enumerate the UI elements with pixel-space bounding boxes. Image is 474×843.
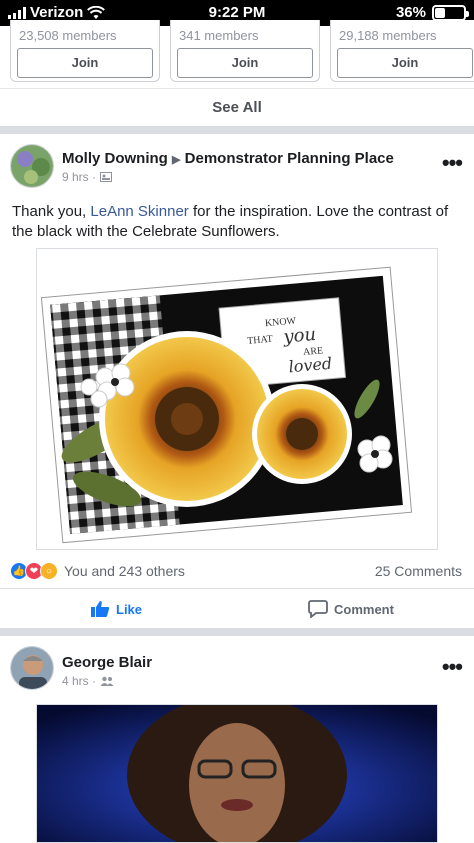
post-text-part: Thank you, [12,203,91,220]
post: George Blair 4 hrs · ••• [0,636,474,843]
avatar[interactable] [10,144,54,188]
group-card: 23,508 members Join [10,20,160,82]
author-name[interactable]: Molly Downing [62,150,168,167]
card-text: THAT [247,334,273,347]
friends-icon [100,676,114,686]
join-button[interactable]: Join [337,48,473,78]
post-actions: Like Comment [0,588,474,628]
card-text: you [282,324,317,348]
suggested-groups: 23,508 members Join 341 members Join 29,… [0,20,474,88]
like-button[interactable]: Like [90,589,142,629]
author-name[interactable]: George Blair [62,654,152,671]
comment-icon [308,600,328,618]
post-meta: 4 hrs · [62,674,114,688]
more-icon[interactable]: ••• [442,150,463,176]
post-author-line: Molly Downing ▶ Demonstrator Planning Pl… [62,150,394,167]
group-members: 29,188 members [339,28,437,43]
post-meta: 9 hrs · [62,170,113,184]
card-text: loved [288,354,333,377]
group-members: 341 members [179,28,259,43]
post: Molly Downing ▶ Demonstrator Planning Pl… [0,134,474,628]
more-icon[interactable]: ••• [442,654,463,680]
comment-label: Comment [334,601,394,617]
post-time[interactable]: 9 hrs · [62,170,96,184]
caret-right-icon: ▶ [172,154,181,166]
avatar[interactable] [10,646,54,690]
reaction-summary[interactable]: 👍 ❤ ○ You and 243 others [10,562,185,580]
comment-button[interactable]: Comment [308,589,394,629]
like-label: Like [116,601,143,617]
battery-icon [432,4,469,21]
join-button[interactable]: Join [177,48,313,78]
group-name[interactable]: Demonstrator Planning Place [185,150,394,167]
group-members: 23,508 members [19,28,117,43]
post-image[interactable]: KNOW THAT you ARE loved [36,248,438,550]
reaction-count: You and 243 others [64,563,185,579]
post-text: Thank you, LeAnn Skinner for the inspira… [12,202,464,242]
comment-count[interactable]: 25 Comments [375,563,462,579]
see-all-button[interactable]: See All [0,88,474,126]
join-button[interactable]: Join [17,48,153,78]
battery-percent: 36% [395,4,426,21]
post-image[interactable] [36,704,438,843]
group-card: 341 members Join [170,20,320,82]
group-privacy-icon [100,172,113,182]
group-card: 29,188 members Join [330,20,474,82]
post-time[interactable]: 4 hrs · [62,674,96,688]
wow-reaction-icon: ○ [40,562,58,580]
like-icon [91,601,110,617]
mention-link[interactable]: LeAnn Skinner [90,203,188,220]
